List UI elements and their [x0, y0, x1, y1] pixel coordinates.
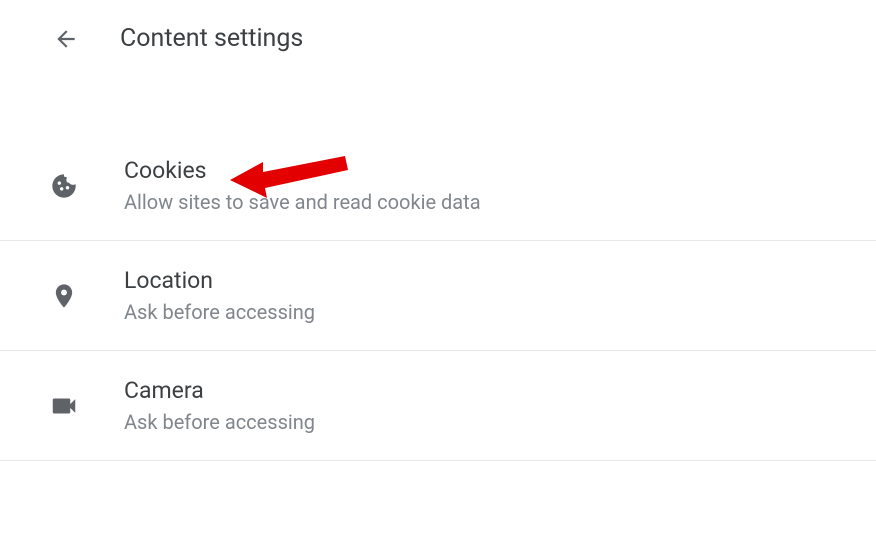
location-icon: [48, 280, 80, 312]
arrow-left-icon: [53, 26, 79, 52]
header: Content settings: [0, 0, 876, 77]
setting-row-location[interactable]: Location Ask before accessing: [0, 241, 876, 351]
setting-text: Camera Ask before accessing: [124, 377, 315, 434]
setting-title: Location: [124, 267, 315, 294]
setting-text: Location Ask before accessing: [124, 267, 315, 324]
cookie-icon: [48, 170, 80, 202]
camera-icon: [48, 390, 80, 422]
setting-title: Cookies: [124, 157, 481, 184]
setting-row-camera[interactable]: Camera Ask before accessing: [0, 351, 876, 461]
setting-subtitle: Allow sites to save and read cookie data: [124, 190, 481, 214]
setting-title: Camera: [124, 377, 315, 404]
setting-subtitle: Ask before accessing: [124, 410, 315, 434]
setting-text: Cookies Allow sites to save and read coo…: [124, 157, 481, 214]
settings-list: Cookies Allow sites to save and read coo…: [0, 131, 876, 461]
page-title: Content settings: [120, 24, 303, 53]
setting-subtitle: Ask before accessing: [124, 300, 315, 324]
setting-row-cookies[interactable]: Cookies Allow sites to save and read coo…: [0, 131, 876, 241]
back-button[interactable]: [52, 25, 80, 53]
